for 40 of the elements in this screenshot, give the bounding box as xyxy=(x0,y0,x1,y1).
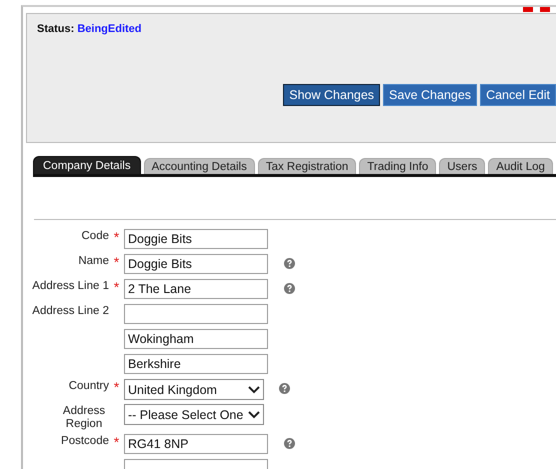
chevron-down-icon xyxy=(248,386,260,394)
input-field[interactable]: Berkshire xyxy=(124,354,268,374)
field-label: Address Line 1 xyxy=(32,280,109,292)
input-field[interactable]: Wokingham xyxy=(124,329,268,349)
input-field[interactable]: 2 The Lane xyxy=(124,279,268,299)
action-button[interactable]: Cancel Edit xyxy=(480,84,556,106)
tab[interactable]: Users xyxy=(439,158,486,174)
dropdown[interactable]: -- Please Select One xyxy=(124,404,264,425)
field-label: Name xyxy=(78,255,109,267)
marker-icon xyxy=(523,7,533,12)
dropdown[interactable]: United Kingdom xyxy=(124,379,264,400)
chevron-down-icon xyxy=(248,410,260,418)
field-label: Country xyxy=(68,380,109,392)
input-field[interactable] xyxy=(124,304,268,324)
status-value: BeingEdited xyxy=(77,23,142,35)
tab[interactable]: Audit Log xyxy=(488,158,553,174)
required-asterisk: * xyxy=(114,254,120,270)
required-asterisk: * xyxy=(114,379,120,395)
input-field[interactable]: Doggie Bits xyxy=(124,254,268,274)
required-asterisk: * xyxy=(114,229,120,245)
input-field[interactable]: RG41 8NP xyxy=(124,434,268,454)
action-button[interactable]: Save Changes xyxy=(383,84,478,106)
help-icon[interactable] xyxy=(284,438,295,449)
help-icon[interactable] xyxy=(279,383,290,394)
tab[interactable]: Accounting Details xyxy=(144,158,255,174)
field-label: Postcode xyxy=(61,435,109,447)
input-field[interactable]: Doggie Bits xyxy=(124,229,268,249)
help-icon[interactable] xyxy=(284,258,295,269)
field-label: Code xyxy=(82,230,109,242)
field-label: Address Line 2 xyxy=(32,305,109,317)
tab[interactable]: Tax Registration xyxy=(258,158,356,174)
field-label: Address Region xyxy=(62,405,106,431)
tab[interactable]: Company Details xyxy=(33,156,141,174)
status-label: Status: xyxy=(37,23,74,35)
tab[interactable]: Trading Info xyxy=(359,158,436,174)
action-button[interactable]: Show Changes xyxy=(283,84,380,106)
required-asterisk: * xyxy=(114,434,120,450)
help-icon[interactable] xyxy=(284,283,295,294)
required-asterisk: * xyxy=(114,279,120,295)
marker-icon xyxy=(540,7,550,12)
